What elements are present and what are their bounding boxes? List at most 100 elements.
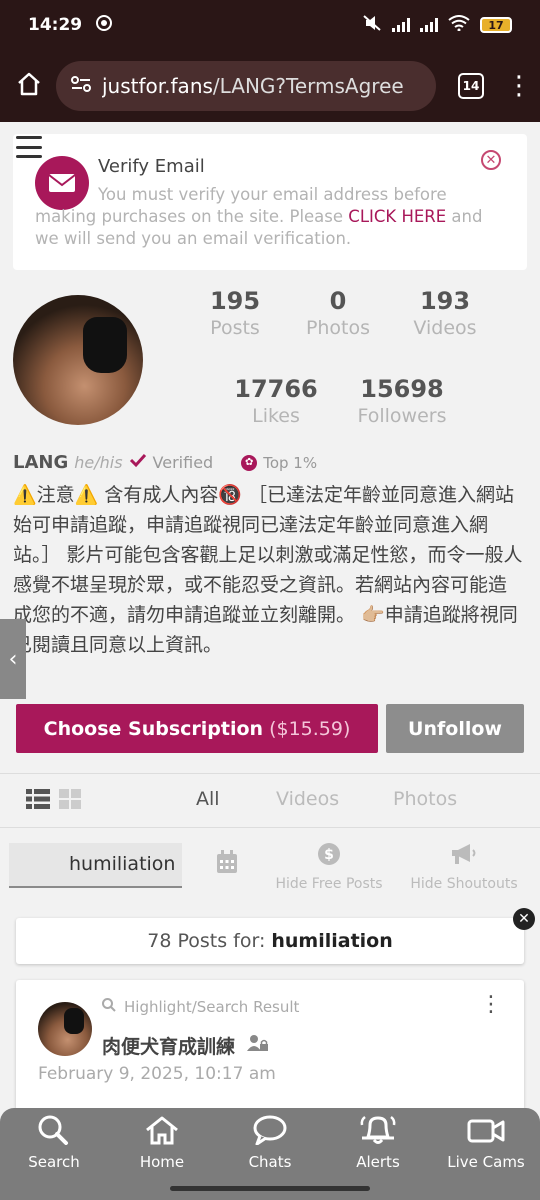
svg-text:$: $: [324, 847, 334, 863]
post-options-icon[interactable]: ⋮: [480, 994, 502, 1016]
status-bar: 14:29 17: [0, 0, 540, 50]
side-collapse-tab[interactable]: ‹: [0, 619, 26, 699]
search-icon: [102, 998, 116, 1016]
subscription-label: Choose Subscription: [43, 717, 264, 740]
verify-email-banner: Verify Email You must verify your email …: [13, 134, 527, 270]
profile-bio: ⚠️注意⚠️ 含有成人內容🔞 ［已達法定年齡並同意進入網站始可申請追蹤，申請追蹤…: [13, 484, 523, 656]
nav-chats-label: Chats: [248, 1153, 292, 1171]
highlight-label: Highlight/Search Result: [102, 998, 299, 1016]
verify-email-message: You must verify your email address befor…: [35, 184, 495, 250]
stat-posts-value: 195: [209, 287, 261, 315]
signal-icon-2: [420, 18, 438, 32]
browser-toolbar: justfor.fans/LANG?TermsAgree 14 ⋮: [0, 50, 540, 122]
hide-shoutouts-label: Hide Shoutouts: [410, 876, 518, 892]
video-camera-icon: [466, 1115, 506, 1149]
unfollow-button[interactable]: Unfollow: [386, 704, 524, 753]
nav-live-cams-label: Live Cams: [447, 1153, 525, 1171]
chat-bubble-icon: [253, 1115, 287, 1149]
stat-photos-value: 0: [329, 287, 347, 315]
stat-videos-value: 193: [419, 287, 471, 315]
close-banner-icon[interactable]: ✕: [481, 150, 501, 170]
nav-home[interactable]: Home: [108, 1108, 216, 1178]
nav-home-label: Home: [139, 1153, 185, 1171]
url-path: /LANG?TermsAgree: [212, 74, 404, 98]
profile-name: LANG: [13, 452, 69, 473]
calendar-icon[interactable]: [214, 850, 240, 880]
home-icon: [144, 1115, 180, 1149]
nav-search-label: Search: [28, 1153, 80, 1171]
stat-followers-value: 15698: [360, 375, 444, 403]
results-summary: 78 Posts for: humiliation: [16, 918, 524, 964]
mute-icon: [362, 14, 382, 37]
bell-icon: [358, 1115, 398, 1149]
profile-name-line: LANG he/his Verified ✿ Top 1%: [13, 452, 317, 473]
post-search-input[interactable]: humiliation: [9, 843, 182, 888]
stat-videos-label: Videos: [413, 317, 477, 339]
home-icon[interactable]: [14, 69, 44, 103]
signal-icon: [392, 18, 410, 32]
stat-likes: 17766 Likes: [231, 375, 321, 427]
stat-followers: 15698 Followers: [352, 375, 452, 427]
content-tabs: All Videos Photos: [0, 774, 540, 828]
tab-photos[interactable]: Photos: [393, 788, 457, 810]
dollar-badge-icon: $: [272, 842, 386, 870]
nav-live-cams[interactable]: Live Cams: [432, 1108, 540, 1178]
stat-photos-label: Photos: [305, 317, 371, 339]
nav-search[interactable]: Search: [0, 1108, 108, 1178]
post-title: 肉便犬育成訓練: [102, 1036, 236, 1058]
profile-pronouns: he/his: [74, 453, 123, 472]
stat-videos[interactable]: 193 Videos: [403, 287, 487, 339]
tab-all[interactable]: All: [196, 788, 220, 810]
bottom-nav: Search Home Chats Alerts Live Cams: [0, 1108, 540, 1178]
stat-followers-label: Followers: [357, 405, 447, 427]
results-prefix: 78 Posts for:: [147, 930, 266, 952]
nav-alerts[interactable]: Alerts: [324, 1108, 432, 1178]
url-field[interactable]: justfor.fans/LANG?TermsAgree: [56, 61, 436, 111]
profile-avatar[interactable]: [13, 295, 143, 425]
clear-search-icon[interactable]: ✕: [513, 908, 535, 930]
nav-chats[interactable]: Chats: [216, 1108, 324, 1178]
choose-subscription-button[interactable]: Choose Subscription ($15.59): [16, 704, 378, 753]
verify-email-title: Verify Email: [98, 156, 205, 177]
results-term: humiliation: [271, 930, 393, 952]
grid-view-icon[interactable]: [59, 789, 83, 809]
hide-shoutouts-toggle[interactable]: Hide Shoutouts: [410, 842, 518, 892]
user-lock-icon: [247, 1034, 269, 1057]
stat-posts-label: Posts: [210, 317, 260, 339]
megaphone-icon: [410, 842, 518, 870]
verified-check-icon: [129, 452, 147, 473]
chrome-status-icon: [96, 14, 113, 36]
top-badge-icon: ✿: [241, 454, 258, 471]
list-view-icon[interactable]: [26, 789, 50, 809]
profile-page: Verify Email You must verify your email …: [0, 122, 540, 1108]
search-icon: [37, 1115, 71, 1149]
battery-icon: 17: [480, 17, 512, 33]
stat-likes-label: Likes: [252, 405, 300, 427]
verified-label: Verified: [152, 453, 214, 472]
url-host: justfor.fans: [102, 74, 213, 98]
stat-photos[interactable]: 0 Photos: [298, 287, 378, 339]
browser-menu-icon[interactable]: ⋮: [506, 73, 532, 99]
stat-likes-value: 17766: [234, 375, 318, 403]
verify-email-link[interactable]: CLICK HERE: [348, 207, 446, 226]
nav-alerts-label: Alerts: [356, 1153, 400, 1171]
post-date: February 9, 2025, 10:17 am: [38, 1064, 276, 1084]
top-rank-label: Top 1%: [263, 453, 318, 472]
tab-videos[interactable]: Videos: [276, 788, 339, 810]
gesture-bar: [0, 1178, 540, 1200]
hide-free-posts-label: Hide Free Posts: [275, 876, 383, 892]
highlight-text: Highlight/Search Result: [124, 998, 300, 1016]
post-card[interactable]: Highlight/Search Result ⋮ 肉便犬育成訓練 Februa…: [16, 980, 524, 1108]
tab-switcher-button[interactable]: 14: [458, 73, 484, 99]
status-time: 14:29: [28, 15, 83, 35]
post-title-line[interactable]: 肉便犬育成訓練: [102, 1032, 269, 1059]
gesture-handle[interactable]: [170, 1186, 370, 1191]
site-settings-icon[interactable]: [70, 74, 92, 99]
wifi-icon: [448, 14, 470, 36]
hamburger-menu-icon[interactable]: [16, 136, 42, 158]
hide-free-posts-toggle[interactable]: $ Hide Free Posts: [272, 842, 386, 892]
filter-row: humiliation $ Hide Free Posts Hide Shout…: [0, 828, 540, 908]
post-avatar[interactable]: [38, 1002, 92, 1056]
stat-posts[interactable]: 195 Posts: [195, 287, 275, 339]
url-text: justfor.fans/LANG?TermsAgree: [102, 74, 404, 98]
